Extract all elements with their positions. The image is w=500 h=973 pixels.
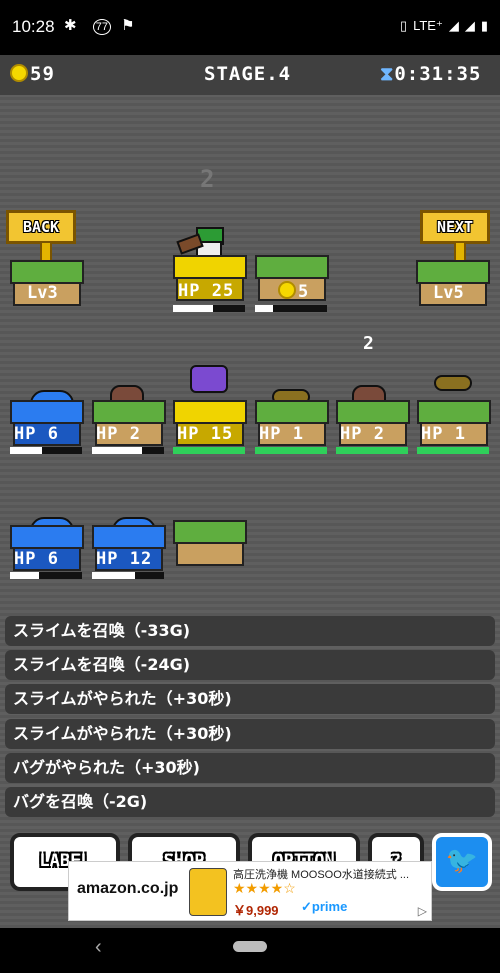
game-board[interactable]: 59 STAGE.4 ⧗0:31:35 2 2 BACK Lv3 NEXT Lv… (0, 55, 500, 928)
next-level: Lv5 (433, 283, 464, 303)
hp-bar (92, 447, 164, 454)
plant-sprite (434, 375, 472, 391)
hp-label: HP 6 (14, 549, 59, 569)
hp-bar (92, 572, 164, 579)
coin-icon (278, 281, 296, 299)
log-entry: スライムを召喚（-33G) (5, 616, 495, 646)
back-level: Lv3 (27, 283, 58, 303)
hp-bar (417, 447, 489, 454)
log-entry: スライムがやられた（+30秒) (5, 719, 495, 749)
hud-bar: 59 STAGE.4 ⧗0:31:35 (0, 55, 500, 95)
floating-number: 2 (200, 165, 215, 193)
home-pill[interactable] (233, 941, 267, 952)
coin-reward: 5 (278, 281, 309, 302)
timer-value: 0:31:35 (394, 63, 482, 85)
hp-bar (173, 447, 245, 454)
coin-counter: 59 (10, 63, 55, 85)
notification-count: 77 (92, 19, 111, 35)
ad-banner[interactable]: amazon.co.jp 高圧洗浄機 MOOSOO水道接続式 ... ★★★★☆… (68, 861, 432, 921)
hp-label: HP 12 (96, 549, 153, 569)
navigation-bar: ‹ (0, 928, 500, 973)
floating-number: 2 (363, 333, 374, 354)
hp-bar (173, 305, 245, 312)
clock: 10:28 (12, 17, 55, 36)
vibrate-icon: ▯ (399, 18, 408, 33)
back-nav-icon[interactable]: ‹ (95, 936, 102, 959)
twitter-icon: 🐦 (445, 846, 479, 876)
log-entry: スライムがやられた（+30秒) (5, 684, 495, 714)
amazon-logo: amazon.co.jp (77, 880, 179, 897)
hp-bar (10, 447, 82, 454)
hp-label: HP 6 (14, 424, 59, 444)
log-entry: バグがやられた（+30秒) (5, 753, 495, 783)
network-label: LTE⁺ (413, 18, 443, 33)
signal-icon: ◢ (448, 18, 459, 33)
hp-label: HP 25 (178, 281, 235, 301)
slack-icon: ✱ (64, 17, 83, 34)
prime-badge: ✓prime (301, 899, 348, 914)
ad-price: ￥9,999 (233, 903, 279, 918)
hp-bar (336, 447, 408, 454)
coin-value: 5 (298, 282, 310, 302)
ad-info-icon[interactable]: ▷ (418, 904, 427, 918)
back-sign: BACK (6, 210, 76, 244)
hp-label: HP 15 (177, 424, 234, 444)
hp-bar (255, 305, 327, 312)
notification-icons: ✱ 77 ⚑ (64, 16, 141, 35)
bat-sprite (190, 365, 228, 393)
log-entry: スライムを召喚（-24G) (5, 650, 495, 680)
timer: ⧗0:31:35 (380, 63, 481, 85)
hp-label: HP 2 (340, 424, 385, 444)
log-entry: バグを召喚（-2G) (5, 787, 495, 817)
hp-bar (255, 447, 327, 454)
twitter-button[interactable]: 🐦 (432, 833, 492, 891)
stage-label: STAGE.4 (204, 63, 292, 85)
coin-icon (10, 64, 28, 82)
battery-icon: ▮ (480, 18, 488, 33)
product-image (189, 868, 227, 916)
empty-tile[interactable] (173, 520, 247, 572)
sign-icon: ⚑ (121, 17, 141, 34)
coin-count: 59 (30, 63, 55, 85)
hp-label: HP 1 (259, 424, 304, 444)
hp-bar (10, 572, 82, 579)
next-sign: NEXT (420, 210, 490, 244)
hourglass-icon: ⧗ (380, 63, 395, 85)
status-bar: 10:28 ✱ 77 ⚑ ▯ LTE⁺ ◢ ◢ ▮ (0, 0, 500, 55)
signal-icon-2: ◢ (464, 18, 475, 33)
ad-stars: ★★★★☆ (233, 880, 296, 896)
hp-label: HP 1 (421, 424, 466, 444)
hp-label: HP 2 (96, 424, 141, 444)
system-icons: ▯ LTE⁺ ◢ ◢ ▮ (400, 18, 488, 34)
